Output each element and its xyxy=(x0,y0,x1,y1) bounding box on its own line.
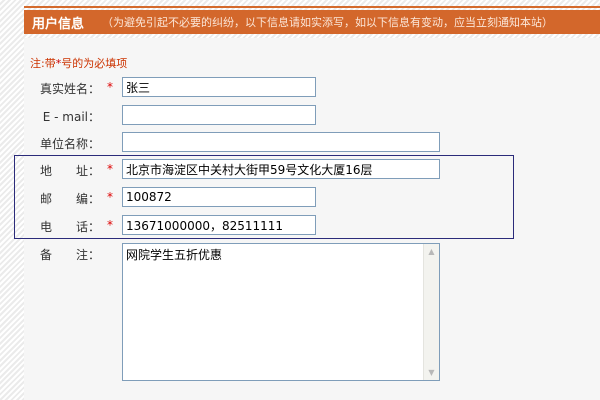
remark-scrollbar[interactable]: ▲ ▼ xyxy=(423,244,439,380)
section-header: 用户信息 （为避免引起不必要的纠纷，以下信息请如实添写，如以下信息有变动，应当立… xyxy=(24,10,600,34)
remark-label: 备 注： xyxy=(39,248,100,262)
section-title: 用户信息 xyxy=(32,16,85,32)
scroll-down-arrow-icon[interactable]: ▼ xyxy=(424,365,439,380)
section-note: （为避免引起不必要的纠纷，以下信息请如实添写，如以下信息有变动，应当立刻通知本站… xyxy=(102,16,554,29)
remark-textarea-wrap: 网院学生五折优惠 ▲ ▼ xyxy=(122,243,440,381)
required-fields-highlight xyxy=(14,155,514,239)
scroll-up-arrow-icon[interactable]: ▲ xyxy=(424,244,439,259)
real-name-required-mark: * xyxy=(107,80,113,94)
remark-textarea[interactable]: 网院学生五折优惠 xyxy=(123,244,423,380)
real-name-input[interactable] xyxy=(122,77,316,97)
required-note: 注:带*号的为必填项 xyxy=(30,57,128,70)
company-label: 单位名称： xyxy=(39,137,100,151)
real-name-label: 真实姓名： xyxy=(39,82,100,96)
email-input[interactable] xyxy=(122,105,316,125)
email-label: E - mail： xyxy=(42,110,100,124)
header-top-line xyxy=(24,6,600,8)
company-input[interactable] xyxy=(122,132,440,152)
